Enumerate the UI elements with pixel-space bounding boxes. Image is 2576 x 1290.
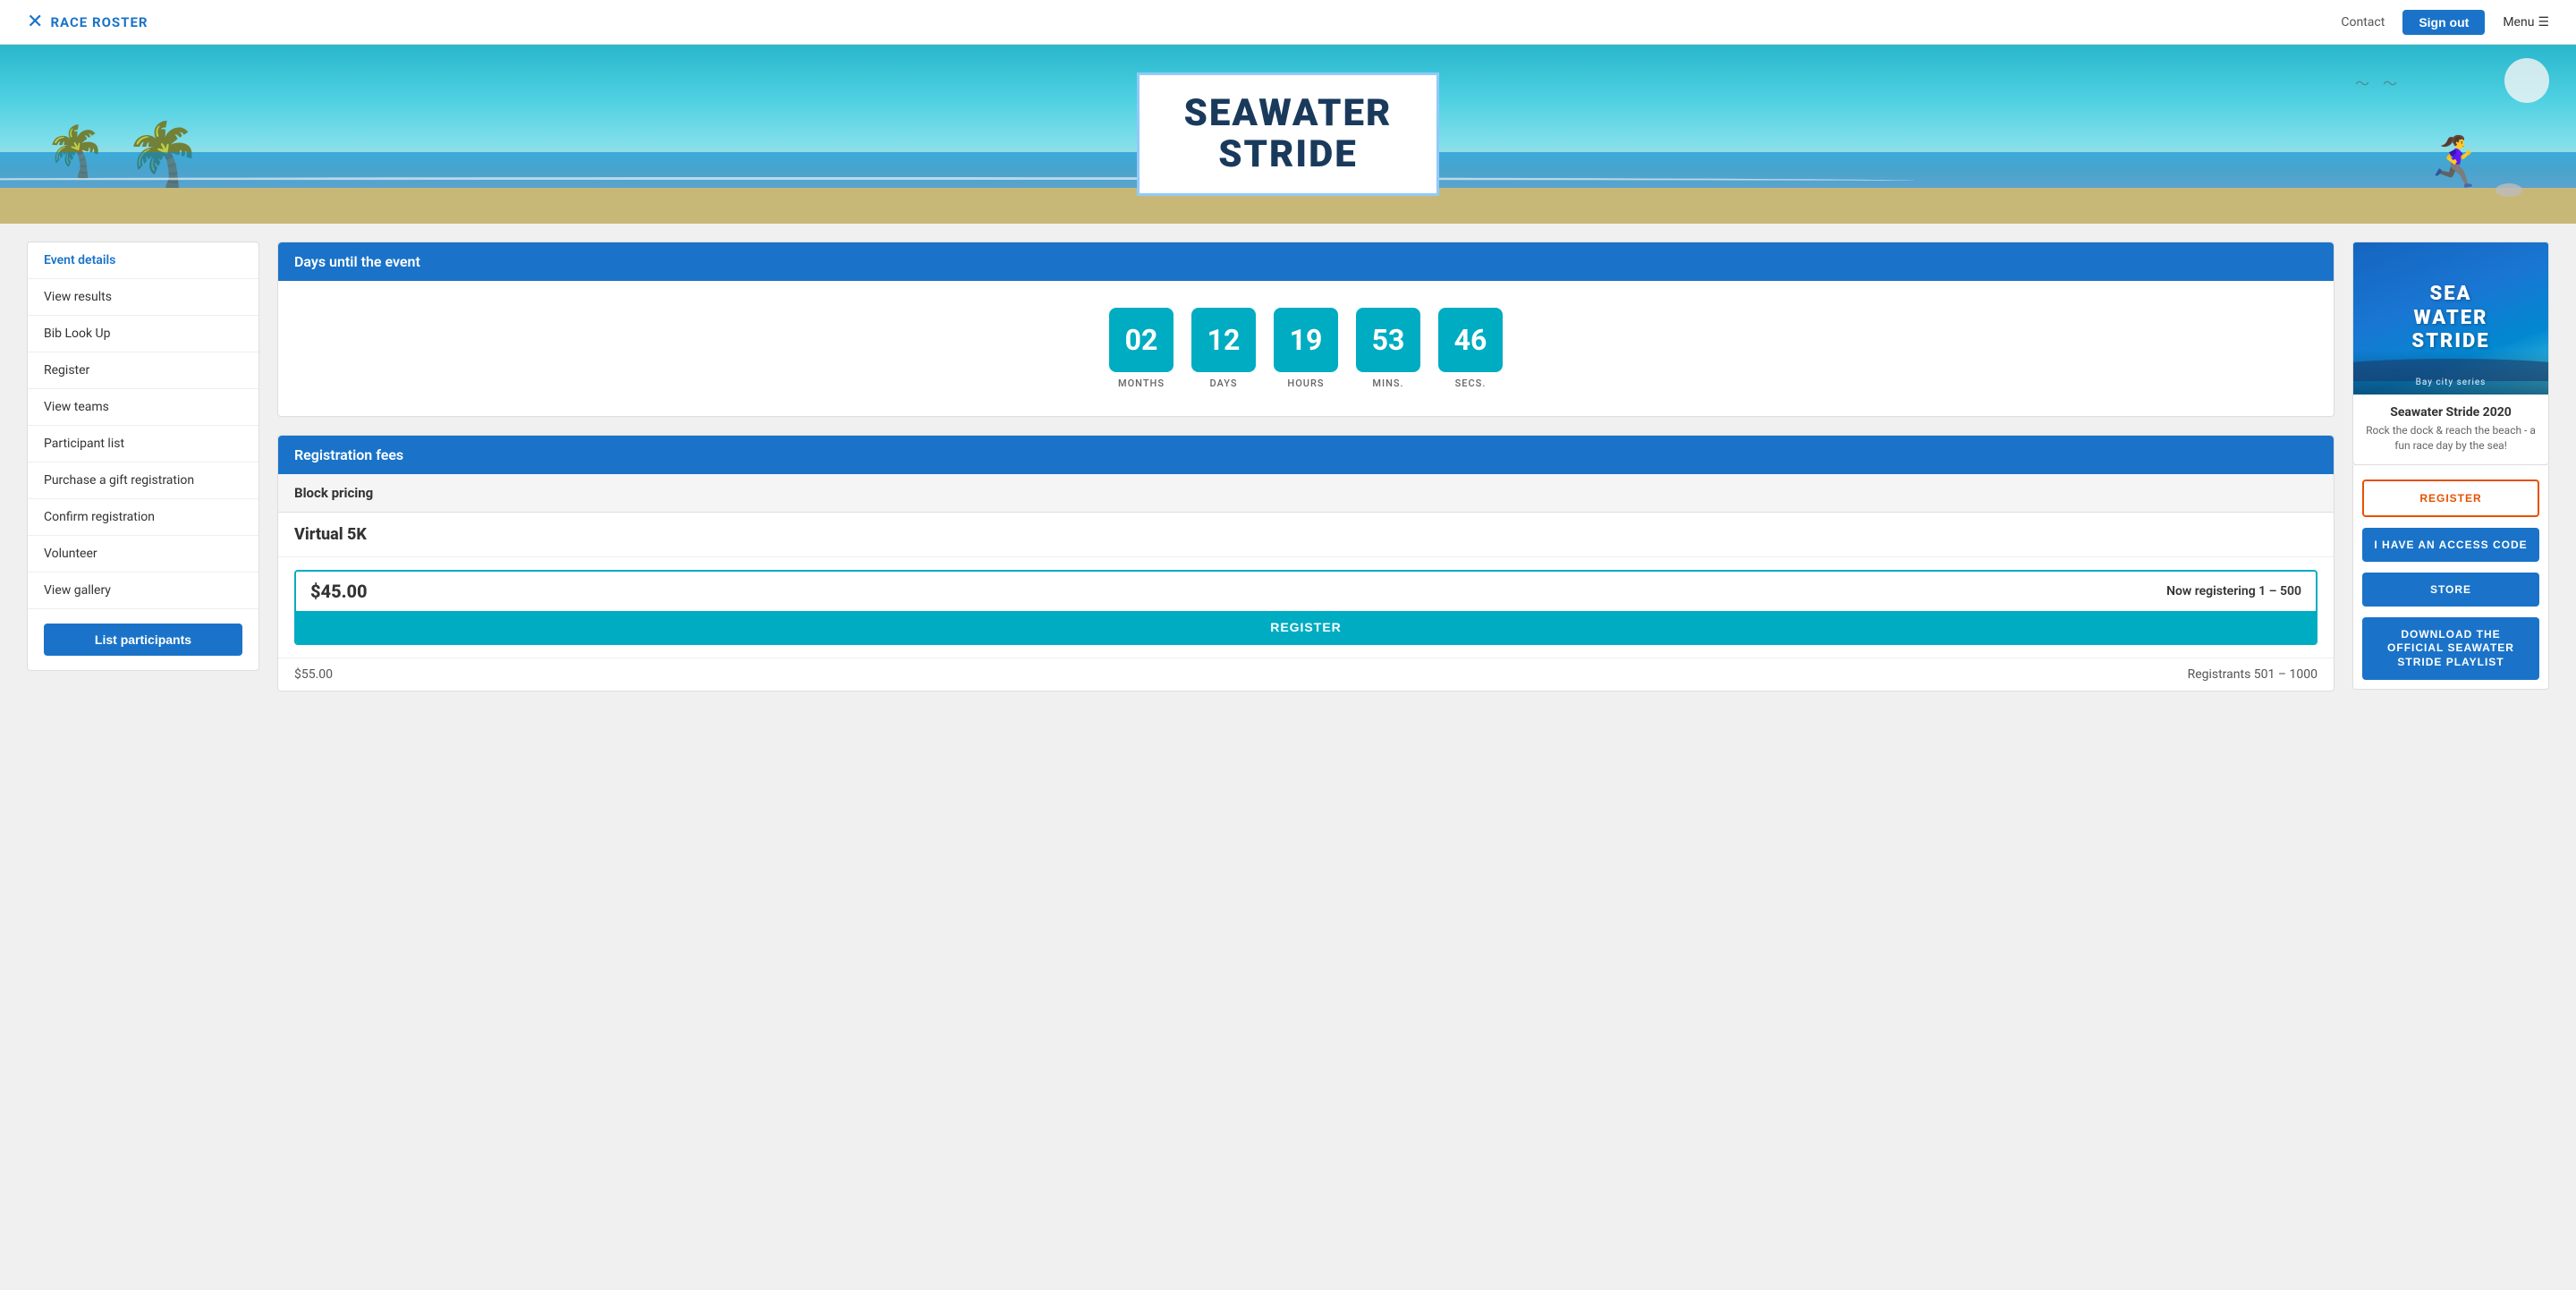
sidebar-item-view-results[interactable]: View results	[28, 279, 258, 316]
hamburger-icon: ☰	[2538, 15, 2549, 30]
sidebar-item-view-teams[interactable]: View teams	[28, 389, 258, 426]
sign-out-button[interactable]: Sign out	[2402, 10, 2485, 35]
sidebar-item-view-gallery[interactable]: View gallery	[28, 573, 258, 609]
logo-text: RACE ROSTER	[50, 14, 148, 30]
store-button[interactable]: STORE	[2362, 573, 2539, 607]
moon-decoration	[2504, 58, 2549, 103]
countdown-mins-value: 53	[1356, 308, 1420, 372]
hero-banner: 🌴 🌴 SEAWATER STRIDE 〜 〜 🏃‍♀️	[0, 45, 2576, 224]
countdown-secs-value: 46	[1438, 308, 1503, 372]
bird-1: 〜	[2355, 72, 2369, 93]
navbar: ✕ RACE ROSTER Contact Sign out Menu ☰	[0, 0, 2576, 45]
price-row-lower: $55.00 Registrants 501 – 1000	[278, 658, 2334, 691]
poster-subtitle: Bay city series	[2353, 378, 2548, 387]
menu-button[interactable]: Menu ☰	[2503, 15, 2549, 30]
sidebar-item-volunteer[interactable]: Volunteer	[28, 536, 258, 573]
countdown-days: 12 DAYS	[1191, 308, 1256, 389]
playlist-button[interactable]: DOWNLOAD THE OFFICIAL SEAWATER STRIDE PL…	[2362, 617, 2539, 681]
navbar-logo-area: ✕ RACE ROSTER	[27, 11, 148, 33]
countdown-mins: 53 MINS.	[1356, 308, 1420, 389]
right-register-button[interactable]: REGISTER	[2362, 480, 2539, 517]
hero-title-box: SEAWATER STRIDE	[1137, 72, 1440, 196]
sidebar-item-register[interactable]: Register	[28, 352, 258, 389]
event-card: SEA WATER STRIDE Bay city series Seawate…	[2352, 242, 2549, 465]
access-code-button[interactable]: I HAVE AN ACCESS CODE	[2362, 528, 2539, 562]
countdown-days-value: 12	[1191, 308, 1256, 372]
fees-section: Registration fees Block pricing Virtual …	[277, 435, 2334, 692]
price-range: Now registering 1 – 500	[2166, 584, 2301, 598]
event-name: Seawater Stride 2020	[2364, 405, 2538, 420]
countdown-months-value: 02	[1109, 308, 1174, 372]
price-row-main: $45.00 Now registering 1 – 500 REGISTER	[294, 570, 2318, 645]
price-register-button[interactable]: REGISTER	[296, 611, 2316, 643]
poster-text: SEA WATER STRIDE	[2411, 283, 2489, 353]
contact-link[interactable]: Contact	[2341, 15, 2385, 30]
virtual-5k-header: Virtual 5K	[278, 513, 2334, 557]
sidebar-item-gift-registration[interactable]: Purchase a gift registration	[28, 463, 258, 499]
right-sidebar: SEA WATER STRIDE Bay city series Seawate…	[2352, 242, 2549, 690]
countdown-secs-label: SECS.	[1455, 378, 1487, 389]
event-info: Seawater Stride 2020 Rock the dock & rea…	[2353, 395, 2548, 464]
main-content: Event details View results Bib Look Up R…	[0, 224, 2576, 709]
sidebar-item-participant-list[interactable]: Participant list	[28, 426, 258, 463]
countdown-mins-label: MINS.	[1372, 378, 1403, 389]
sidebar-item-confirm-registration[interactable]: Confirm registration	[28, 499, 258, 536]
countdown-secs: 46 SECS.	[1438, 308, 1503, 389]
event-poster: SEA WATER STRIDE Bay city series	[2353, 242, 2548, 395]
sidebar-btn-wrap: List participants	[28, 609, 258, 670]
countdown-hours: 19 HOURS	[1274, 308, 1338, 389]
list-participants-button[interactable]: List participants	[44, 624, 242, 656]
sidebar: Event details View results Bib Look Up R…	[27, 242, 259, 671]
countdown-body: 02 MONTHS 12 DAYS 19 HOURS 53 MINS. 46	[278, 281, 2334, 416]
countdown-header: Days until the event	[278, 242, 2334, 281]
countdown-section: Days until the event 02 MONTHS 12 DAYS 1…	[277, 242, 2334, 417]
hero-title: SEAWATER STRIDE	[1184, 93, 1393, 175]
price-lower-registrants: Registrants 501 – 1000	[2188, 667, 2318, 682]
countdown-days-label: DAYS	[1209, 378, 1237, 389]
runner-figure: 🏃‍♀️	[2426, 134, 2487, 191]
center-content: Days until the event 02 MONTHS 12 DAYS 1…	[259, 242, 2352, 692]
birds-decoration: 〜 〜	[2355, 72, 2397, 93]
rock-decoration	[2496, 183, 2522, 197]
countdown-months-label: MONTHS	[1118, 378, 1165, 389]
countdown-hours-value: 19	[1274, 308, 1338, 372]
countdown-months: 02 MONTHS	[1109, 308, 1174, 389]
price-row-header: $45.00 Now registering 1 – 500	[296, 572, 2316, 611]
fees-header: Registration fees	[278, 436, 2334, 474]
navbar-actions: Contact Sign out Menu ☰	[2341, 10, 2549, 35]
race-roster-icon: ✕	[27, 11, 43, 33]
price-lower-amount: $55.00	[294, 667, 333, 682]
block-pricing-header: Block pricing	[278, 474, 2334, 513]
event-description: Rock the dock & reach the beach - a fun …	[2364, 423, 2538, 454]
sidebar-item-bib-lookup[interactable]: Bib Look Up	[28, 316, 258, 352]
sidebar-item-event-details[interactable]: Event details	[28, 242, 258, 279]
countdown-hours-label: HOURS	[1287, 378, 1324, 389]
price-amount: $45.00	[310, 581, 368, 602]
bird-2: 〜	[2383, 72, 2397, 93]
right-sidebar-buttons: REGISTER I HAVE AN ACCESS CODE STORE DOW…	[2352, 465, 2549, 691]
